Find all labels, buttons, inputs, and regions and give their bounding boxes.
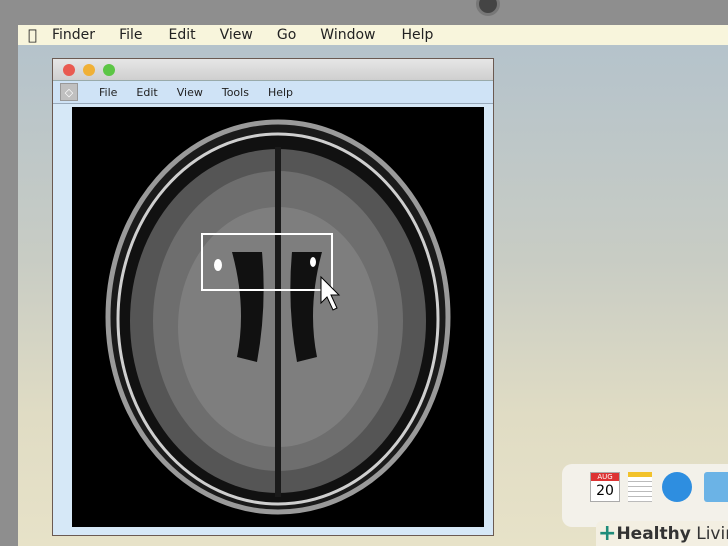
minimize-button[interactable]	[83, 64, 95, 76]
image-viewer-window: ◇ File Edit View Tools Help	[52, 58, 494, 536]
menu-finder[interactable]: Finder	[52, 27, 95, 43]
messages-icon[interactable]	[662, 472, 692, 502]
notes-icon[interactable]	[628, 472, 652, 502]
mri-brain-image[interactable]	[72, 107, 484, 527]
brand-bold: Healthy	[616, 523, 691, 544]
healthy-living-logo: + Healthy Living	[596, 521, 728, 546]
app-menu-help[interactable]: Help	[268, 86, 293, 99]
app-menu-file[interactable]: File	[99, 86, 117, 99]
app-menu-tools[interactable]: Tools	[222, 86, 249, 99]
close-button[interactable]	[63, 64, 75, 76]
calendar-day: 20	[596, 483, 614, 499]
menu-edit[interactable]: Edit	[169, 27, 196, 43]
menu-help[interactable]: Help	[401, 27, 433, 43]
menu-go[interactable]: Go	[277, 27, 296, 43]
menu-window[interactable]: Window	[320, 27, 375, 43]
app-menu-bar: ◇ File Edit View Tools Help	[53, 80, 493, 104]
system-menu-bar:  Finder File Edit View Go Window Help	[18, 25, 728, 45]
zoom-button[interactable]	[103, 64, 115, 76]
plus-icon: +	[598, 521, 617, 546]
title-bar[interactable]	[53, 59, 493, 80]
downloads-folder-icon[interactable]	[704, 472, 728, 502]
menu-file[interactable]: File	[119, 27, 142, 43]
dock: AUG 20	[562, 464, 728, 527]
app-icon[interactable]: ◇	[60, 83, 78, 101]
apple-icon[interactable]: 	[28, 26, 44, 44]
app-menu-edit[interactable]: Edit	[136, 86, 157, 99]
calendar-month: AUG	[591, 473, 619, 481]
menu-view[interactable]: View	[220, 27, 253, 43]
app-menu-view[interactable]: View	[177, 86, 203, 99]
camera-icon	[476, 0, 500, 16]
calendar-icon[interactable]: AUG 20	[590, 472, 620, 502]
brand-light: Living	[696, 523, 728, 544]
